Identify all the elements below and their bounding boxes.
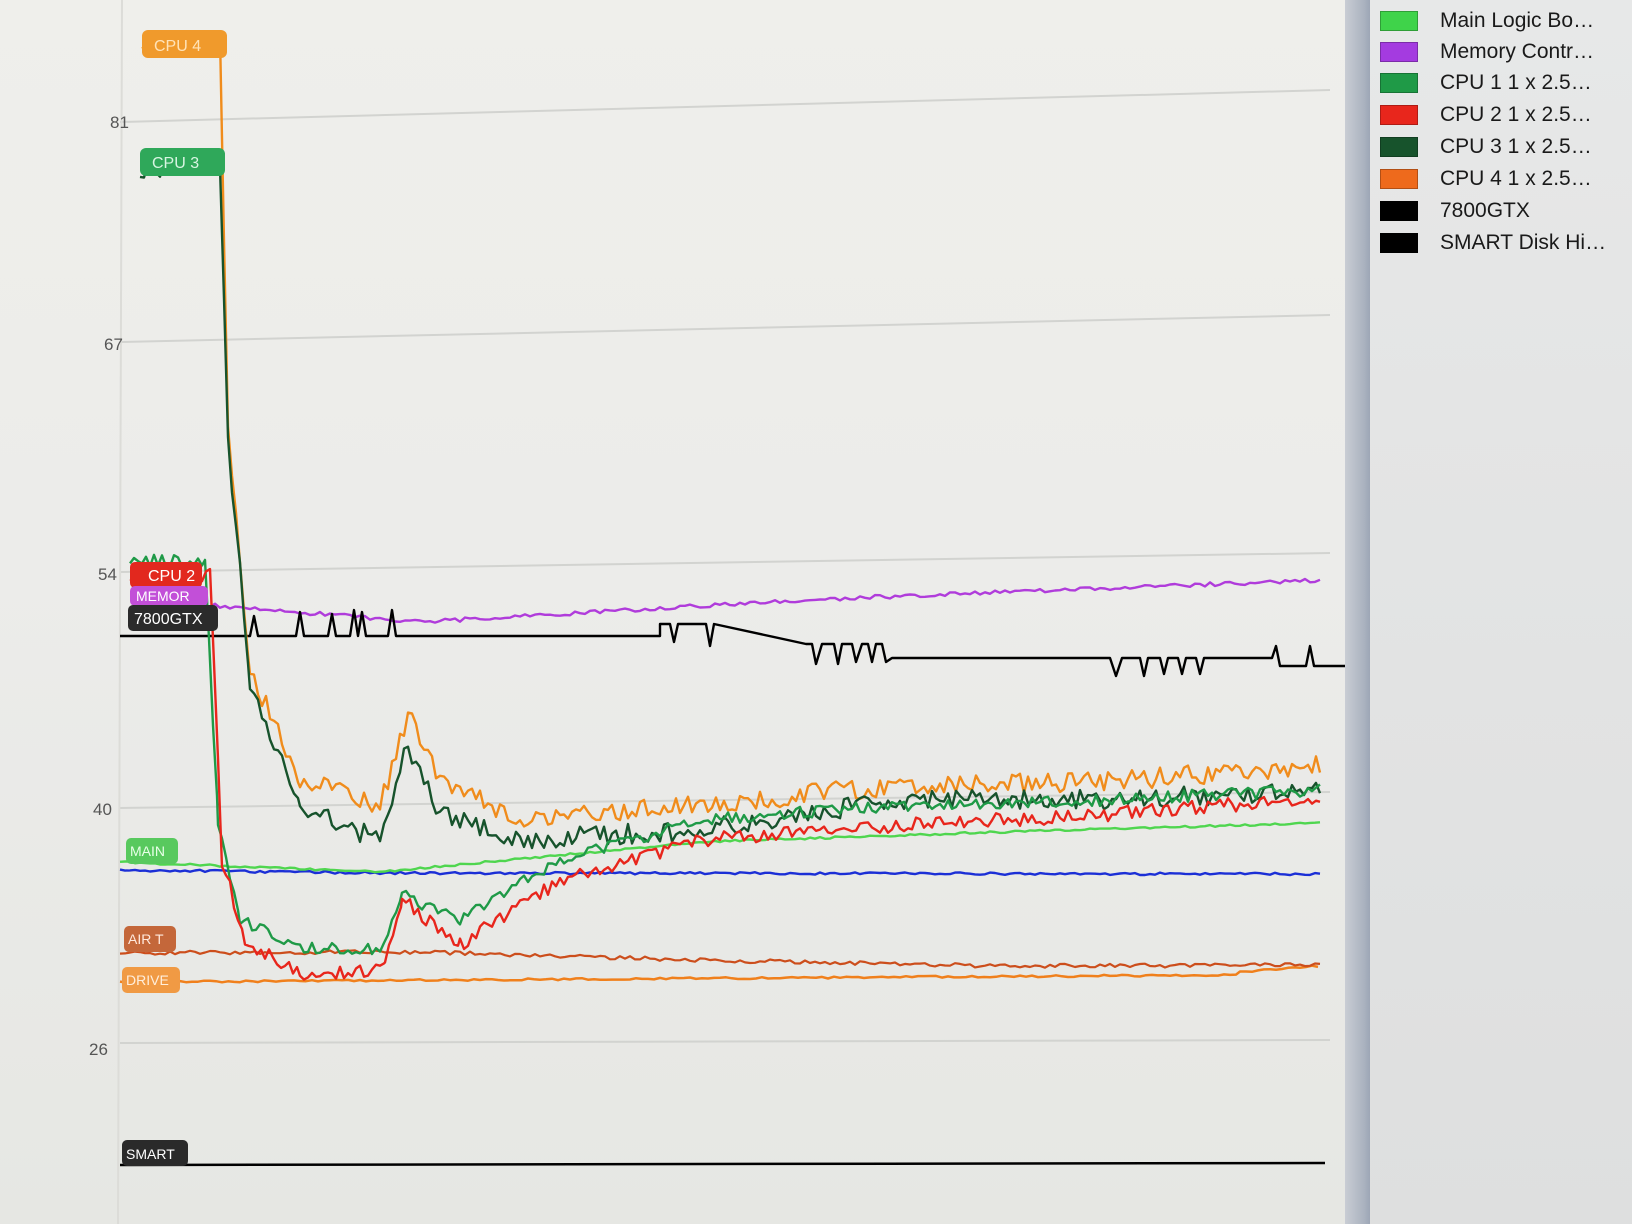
main-logic-line — [119, 821, 1321, 874]
main-tag-label: MAIN — [130, 843, 165, 859]
legend-item-cpu4[interactable]: CPU 4 1 x 2.5… — [1380, 166, 1632, 192]
cpu3-tag-label: CPU 3 — [152, 155, 199, 172]
drive-tag: DRIVE — [122, 967, 180, 993]
y-tick: 26 — [89, 1040, 108, 1059]
legend-label: CPU 4 1 x 2.5… — [1440, 167, 1592, 190]
air-line — [119, 949, 1321, 969]
legend-label: CPU 1 1 x 2.5… — [1440, 71, 1592, 94]
gpu-tag: 7800GTX — [128, 605, 218, 631]
legend-swatch — [1380, 233, 1418, 253]
legend-label: SMART Disk Hi… — [1440, 231, 1607, 254]
legend-panel: Main Logic Bo… Memory Contr… CPU 1 1 x 2… — [1370, 0, 1632, 1224]
legend-item-smart-disk[interactable]: SMART Disk Hi… — [1380, 230, 1632, 256]
legend-swatch — [1380, 42, 1418, 62]
air-tag: AIR T — [124, 926, 176, 952]
legend-item-cpu3[interactable]: CPU 3 1 x 2.5… — [1380, 134, 1632, 160]
drive-tag-label: DRIVE — [126, 972, 169, 988]
legend-swatch — [1380, 105, 1418, 125]
legend-label: Memory Contr… — [1440, 40, 1595, 63]
legend-swatch — [1380, 11, 1418, 31]
smart-tag-label: SMART — [126, 1146, 175, 1162]
y-axis-ticks: 81 67 54 40 26 — [89, 113, 129, 1059]
legend-swatch — [1380, 169, 1418, 189]
y-tick: 54 — [98, 565, 117, 584]
smart-line — [119, 1161, 1326, 1167]
cpu4-tag: CPU 4 — [142, 30, 227, 58]
legend-label: Main Logic Bo… — [1440, 9, 1595, 32]
cpu2-tag-label: CPU 2 — [148, 568, 195, 585]
gpu-tag-label: 7800GTX — [134, 611, 203, 628]
legend-item-7800gtx[interactable]: 7800GTX — [1380, 198, 1632, 224]
legend-item-cpu1[interactable]: CPU 1 1 x 2.5… — [1380, 70, 1632, 96]
smart-tag: SMART — [122, 1140, 188, 1166]
legend-label: CPU 3 1 x 2.5… — [1440, 135, 1592, 158]
series-lines — [119, 31, 1345, 1167]
legend-label: 7800GTX — [1440, 199, 1530, 222]
legend-label: CPU 2 1 x 2.5… — [1440, 103, 1592, 126]
legend-swatch — [1380, 201, 1418, 221]
y-tick: 40 — [93, 800, 112, 819]
cpu3-line — [139, 153, 1322, 850]
cpu4-tag-label: CPU 4 — [154, 38, 201, 55]
temperature-graph: 81 67 54 40 26 CPU 4 CPU 3 CPU 2 MEMOR 7… — [0, 0, 1345, 1224]
y-tick: 67 — [104, 335, 123, 354]
main-tag: MAIN — [126, 838, 178, 864]
y-tick: 81 — [110, 113, 129, 132]
legend-item-cpu2[interactable]: CPU 2 1 x 2.5… — [1380, 102, 1632, 128]
memory-line — [209, 577, 1321, 624]
legend-swatch — [1380, 137, 1418, 157]
memory-tag: MEMOR — [130, 586, 208, 606]
legend-swatch — [1380, 73, 1418, 93]
cpu3-tag: CPU 3 — [140, 148, 225, 176]
air-tag-label: AIR T — [128, 931, 164, 947]
cpu2-tag: CPU 2 — [130, 562, 202, 588]
cpu4-line — [141, 31, 1322, 828]
legend-item-main-logic-board[interactable]: Main Logic Bo… — [1380, 8, 1632, 34]
gpu-line — [120, 608, 1345, 678]
memory-tag-label: MEMOR — [136, 588, 190, 604]
legend-item-memory-controller[interactable]: Memory Contr… — [1380, 39, 1632, 65]
